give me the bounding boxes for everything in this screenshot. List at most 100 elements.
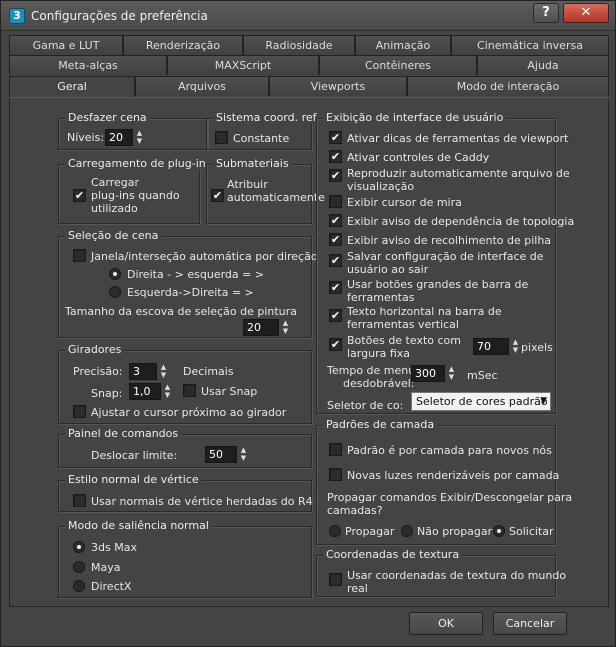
- tab-animation[interactable]: Animação: [355, 35, 451, 55]
- plugin-loading-title: Carregamento de plug-in: [65, 157, 209, 170]
- auto-window-crossing-checkbox[interactable]: [73, 249, 86, 262]
- load-plugins-label-1: Carregar: [91, 176, 140, 189]
- lights-by-layer-label: Novas luzes renderizáveis por camada: [347, 469, 560, 482]
- snap-cursor-checkbox[interactable]: [73, 405, 86, 418]
- stack-collapse-warning-label: Exibir aviso de recolhimento de pilha: [347, 234, 552, 247]
- ok-button[interactable]: OK: [409, 612, 483, 635]
- tab-rendering[interactable]: Renderização: [123, 35, 243, 55]
- default-by-layer-label: Padrão é por camada para novos nós: [347, 444, 552, 457]
- use-snap-checkbox[interactable]: [183, 384, 196, 397]
- legacy-normals-checkbox[interactable]: [73, 494, 86, 507]
- caddy-controls-checkbox[interactable]: ✔: [329, 150, 342, 163]
- snap-field[interactable]: 1,0: [129, 383, 161, 400]
- fixed-width-text-checkbox[interactable]: ✔: [329, 338, 342, 351]
- default-by-layer-checkbox[interactable]: [329, 443, 342, 456]
- spinner-arrows-icon[interactable]: ▲ ▼: [446, 365, 457, 382]
- color-picker-select[interactable]: Seletor de cores padrão ▼: [411, 392, 551, 411]
- large-toolbar-buttons-label-2: ferramentas: [347, 291, 415, 304]
- close-button[interactable]: ✕: [563, 3, 609, 23]
- layer-defaults-group: Padrões de camada Padrão é por camada pa…: [316, 418, 572, 545]
- spinner-arrows-icon[interactable]: ▲ ▼: [238, 446, 249, 463]
- spinner-arrows-icon[interactable]: ▲ ▼: [280, 319, 291, 336]
- scroll-limit-spinner[interactable]: 50 ▲ ▼: [205, 446, 251, 463]
- vertex-normal-title: Estilo normal de vértice: [65, 473, 202, 486]
- save-ui-config-label-2: usuário ao sair: [347, 263, 429, 276]
- title-bar[interactable]: 3 Configurações de preferência ? ✕: [1, 1, 615, 31]
- stack-collapse-warning-checkbox[interactable]: ✔: [329, 233, 342, 246]
- real-world-coords-checkbox[interactable]: [329, 573, 342, 586]
- tab-containers[interactable]: Contêineres: [319, 55, 477, 75]
- tab-manipulators[interactable]: Meta-alças: [9, 55, 167, 75]
- vertex-normal-group: Estilo normal de vértice Usar normais de…: [58, 473, 313, 512]
- bump-directx-radio[interactable]: [73, 580, 85, 592]
- tab-radiosity[interactable]: Radiosidade: [243, 35, 355, 55]
- propagate-label-2: camadas?: [327, 504, 383, 517]
- tab-gamma-lut[interactable]: Gama e LUT: [9, 35, 123, 55]
- autoplay-preview-checkbox[interactable]: ✔: [329, 169, 342, 182]
- ref-coord-title: Sistema coord. ref.: [213, 111, 323, 124]
- brush-size-field[interactable]: 20: [243, 319, 279, 336]
- cancel-button[interactable]: Cancelar: [493, 612, 567, 635]
- flyout-time-field[interactable]: 300: [411, 365, 445, 382]
- propagate-radio[interactable]: [329, 525, 341, 537]
- left-right-label: Esquerda->Direita = >: [127, 286, 254, 299]
- precision-label: Precisão:: [73, 365, 123, 378]
- levels-spinner[interactable]: 20 ▲ ▼: [105, 129, 147, 146]
- lights-by-layer-checkbox[interactable]: [329, 468, 342, 481]
- save-ui-config-label: Salvar configuração de interface de: [347, 250, 544, 263]
- ask-radio[interactable]: [493, 525, 505, 537]
- large-toolbar-buttons-checkbox[interactable]: ✔: [329, 281, 342, 294]
- propagate-option-label: Propagar: [345, 525, 395, 538]
- snap-spinner[interactable]: 1,0 ▲ ▼: [129, 383, 175, 400]
- pixels-label: pixels: [521, 341, 553, 354]
- brush-size-spinner[interactable]: 20 ▲ ▼: [243, 319, 293, 336]
- no-propagate-radio[interactable]: [401, 525, 413, 537]
- levels-field[interactable]: 20: [105, 129, 133, 146]
- tab-interaction-mode[interactable]: Modo de interação: [407, 76, 609, 96]
- left-right-radio[interactable]: [109, 286, 121, 298]
- help-button[interactable]: ?: [533, 3, 559, 23]
- tab-files[interactable]: Arquivos: [135, 76, 269, 96]
- ui-display-title: Exibição de interface de usuário: [323, 111, 507, 124]
- text-width-field[interactable]: 70: [473, 338, 509, 355]
- crosshair-cursor-checkbox[interactable]: [329, 195, 342, 208]
- spinner-arrows-icon[interactable]: ▲ ▼: [158, 363, 169, 380]
- load-plugins-label-2: plug-ins quando: [91, 189, 180, 202]
- tab-general[interactable]: Geral: [9, 76, 135, 98]
- auto-assign-checkbox[interactable]: ✔: [211, 189, 224, 202]
- bump-maya-radio[interactable]: [73, 561, 85, 573]
- chevron-down-icon: ▼: [540, 396, 547, 406]
- spinners-group: Giradores Precisão: 3 ▲ ▼ Decimais Snap: …: [58, 343, 312, 424]
- constant-checkbox[interactable]: [215, 131, 228, 144]
- tab-maxscript[interactable]: MAXScript: [167, 55, 319, 75]
- load-plugins-label-3: utilizado: [91, 202, 138, 215]
- text-width-spinner[interactable]: 70 ▲ ▼: [473, 338, 523, 355]
- horizontal-text-checkbox[interactable]: ✔: [329, 309, 342, 322]
- right-left-radio[interactable]: [109, 268, 121, 280]
- spinner-arrows-icon[interactable]: ▲ ▼: [510, 338, 521, 355]
- command-panel-title: Painel de comandos: [65, 427, 182, 440]
- spinner-arrows-icon[interactable]: ▲ ▼: [162, 383, 173, 400]
- tab-inverse-kinematics[interactable]: Cinemática inversa: [451, 35, 609, 55]
- texture-coords-title: Coordenadas de textura: [323, 548, 463, 561]
- scroll-limit-field[interactable]: 50: [205, 446, 237, 463]
- save-ui-config-checkbox[interactable]: ✔: [329, 254, 342, 267]
- viewport-tooltips-checkbox[interactable]: ✔: [329, 131, 342, 144]
- precision-field[interactable]: 3: [129, 363, 157, 380]
- spinner-arrows-icon[interactable]: ▲ ▼: [134, 129, 145, 146]
- auto-assign-label-1: Atribuir: [227, 178, 268, 191]
- tab-help[interactable]: Ajuda: [477, 55, 609, 75]
- flyout-time-spinner[interactable]: 300 ▲ ▼: [411, 365, 459, 382]
- bump-directx-label: DirectX: [91, 580, 132, 593]
- auto-assign-label-2: automaticamente: [227, 191, 325, 204]
- precision-spinner[interactable]: 3 ▲ ▼: [129, 363, 171, 380]
- tab-viewports[interactable]: Viewports: [269, 76, 407, 96]
- scroll-limit-label: Deslocar limite:: [91, 449, 178, 462]
- ask-label: Solicitar: [509, 525, 554, 538]
- load-plugins-checkbox[interactable]: ✔: [73, 189, 86, 202]
- topology-warning-checkbox[interactable]: ✔: [329, 214, 342, 227]
- texture-coords-group: Coordenadas de textura Usar coordenadas …: [316, 548, 566, 597]
- real-world-coords-label-2: real: [347, 582, 368, 595]
- bump-3dsmax-radio[interactable]: [73, 541, 85, 553]
- flyout-time-label: Tempo de menu: [327, 364, 416, 377]
